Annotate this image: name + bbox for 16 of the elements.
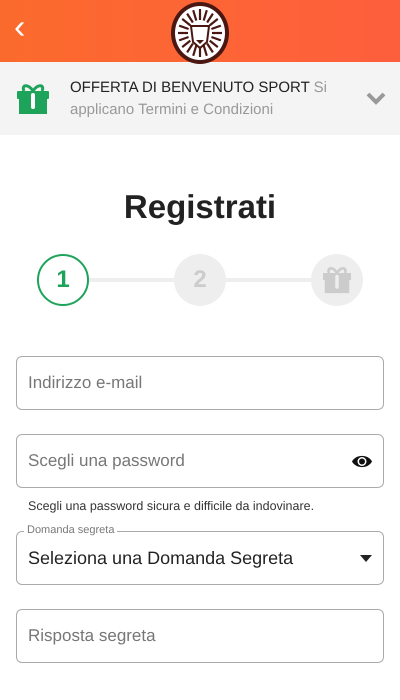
field-hint: Scegli una password sicura e difficile da indovinare. [28, 498, 316, 515]
input-field[interactable]: Risposta segreta [16, 609, 384, 663]
password-field[interactable]: Scegli una password [16, 434, 384, 488]
promo-banner[interactable]: OFFERTA DI BENVENUTO SPORT Si applicano Termini e Condizioni [0, 62, 400, 135]
chevron-icon[interactable] [366, 92, 386, 106]
page-title: Registrati [122, 187, 278, 227]
step-indicator: 1 [37, 254, 89, 306]
lion-logo-icon [171, 2, 229, 64]
input-field[interactable]: Indirizzo e-mail [16, 356, 384, 410]
gift-icon [16, 82, 50, 114]
promo-text: OFFERTA DI BENVENUTO SPORT Si applicano Termini e Condizioni [70, 78, 328, 120]
dropdown-arrow-icon [360, 554, 372, 562]
eye-icon[interactable] [351, 454, 373, 469]
gift-icon [322, 266, 352, 294]
select-value: Seleziona una Domanda Segreta [28, 546, 294, 570]
field-label: Domanda segreta [24, 523, 118, 537]
